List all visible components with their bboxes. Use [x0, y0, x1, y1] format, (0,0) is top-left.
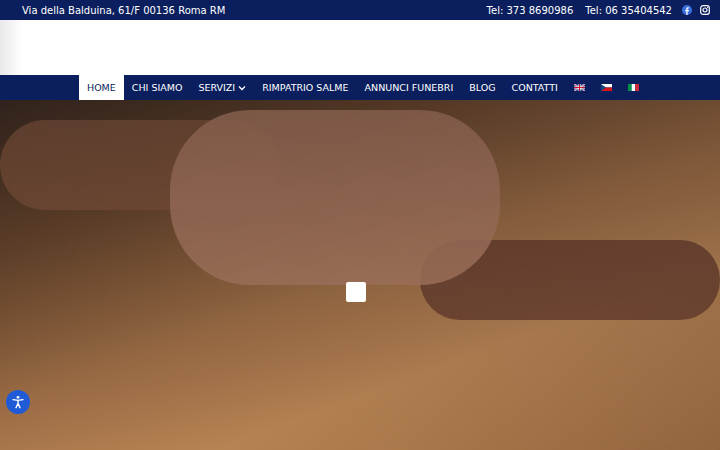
nav-label: HOME — [87, 82, 116, 93]
language-flag[interactable] — [566, 75, 593, 100]
nav-item[interactable]: CONTATTI — [504, 75, 566, 100]
italy-flag-icon — [628, 84, 639, 91]
site-header — [0, 20, 720, 75]
main-nav: HOME CHI SIAMO SERVIZI RIMPATRIO SALME ANNUN… — [0, 75, 720, 100]
nav-label: BLOG — [469, 82, 495, 93]
czech-flag-icon — [601, 84, 612, 91]
nav-item[interactable]: BLOG — [461, 75, 503, 100]
uk-flag-icon — [574, 84, 585, 91]
address: Via della Balduina, 61/F 00136 Roma RM — [22, 5, 225, 16]
nav-item[interactable]: RIMPATRIO SALME — [254, 75, 356, 100]
chevron-down-icon — [238, 85, 246, 91]
accessibility-button[interactable] — [6, 390, 30, 414]
nav-label: ANNUNCI FUNEBRI — [365, 82, 454, 93]
nav-label: SERVIZI — [198, 82, 235, 93]
nav-label: RIMPATRIO SALME — [262, 82, 348, 93]
nav-item[interactable]: HOME — [79, 75, 124, 100]
nav-item[interactable]: CHI SIAMO — [124, 75, 191, 100]
social-links — [682, 5, 710, 15]
phone-link[interactable]: Tel: 06 35404542 — [585, 5, 672, 16]
hero-image — [0, 100, 720, 450]
language-flag[interactable] — [620, 75, 647, 100]
language-flag[interactable] — [593, 75, 620, 100]
facebook-icon[interactable] — [682, 5, 692, 15]
nav-item[interactable]: ANNUNCI FUNEBRI — [357, 75, 462, 100]
accessibility-icon — [11, 395, 25, 409]
nav-item[interactable]: SERVIZI — [190, 75, 254, 100]
slider-indicator[interactable] — [346, 282, 366, 302]
instagram-icon[interactable] — [700, 5, 710, 15]
phones: Tel: 373 8690986 Tel: 06 35404542 — [487, 5, 672, 16]
nav-label: CONTATTI — [512, 82, 558, 93]
nav-label: CHI SIAMO — [132, 82, 183, 93]
phone-link[interactable]: Tel: 373 8690986 — [487, 5, 574, 16]
top-bar: Via della Balduina, 61/F 00136 Roma RM Te… — [0, 0, 720, 20]
contact-area: Tel: 373 8690986 Tel: 06 35404542 — [487, 5, 710, 16]
